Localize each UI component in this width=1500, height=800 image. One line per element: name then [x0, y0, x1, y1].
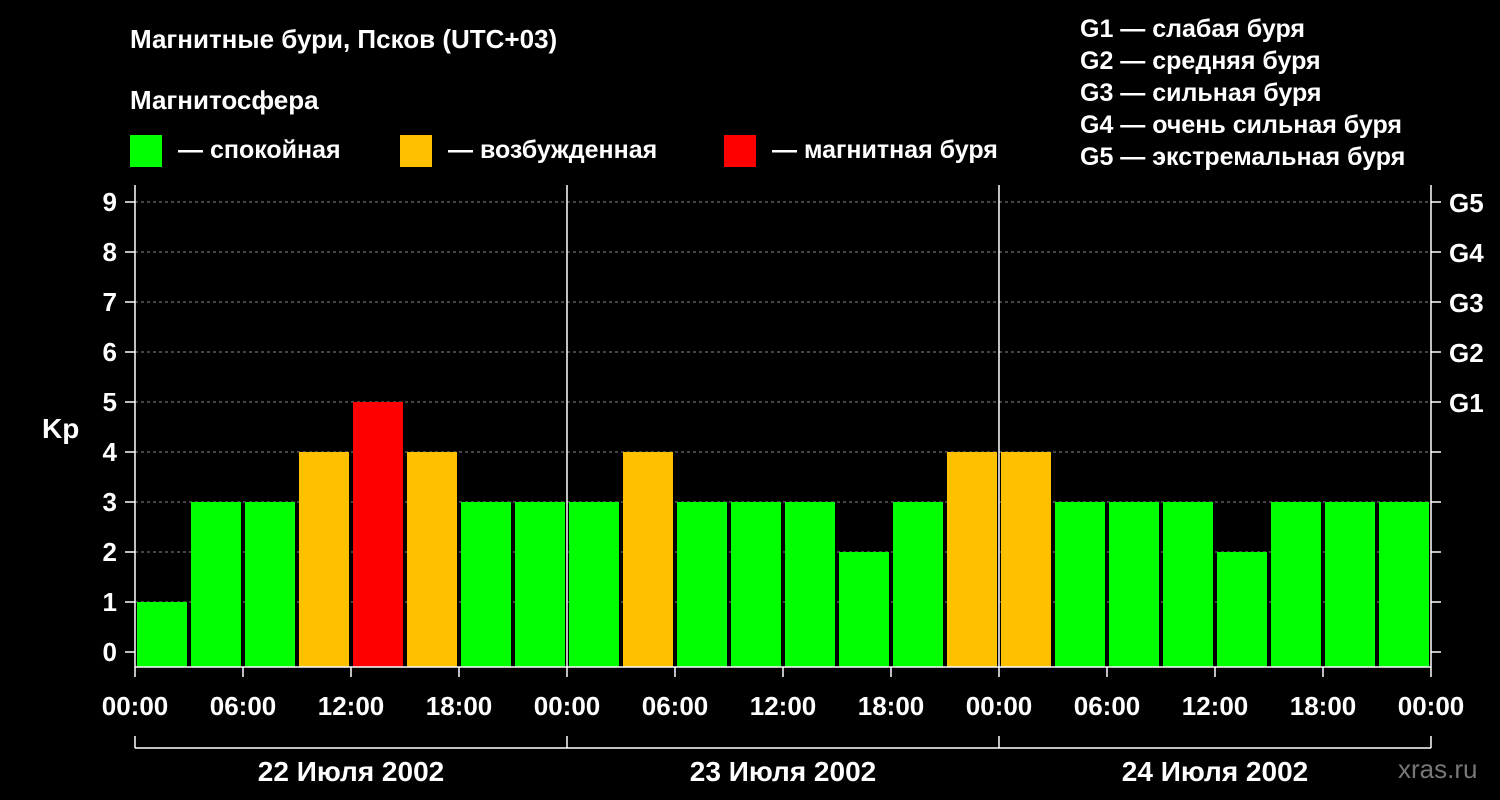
kp-bar-11 [731, 502, 781, 667]
kp-bar-3 [299, 452, 349, 667]
kp-bar-13 [839, 552, 889, 667]
kp-bar-10 [677, 502, 727, 667]
watermark: xras.ru [1398, 754, 1477, 784]
status-legend: — спокойная — возбужденная — магнитная б… [130, 135, 998, 167]
day-label-2: 24 Июля 2002 [1122, 756, 1308, 787]
y-tick-label-1: 1 [103, 587, 117, 617]
kp-bar-17 [1055, 502, 1105, 667]
x-tick-label-12: 00:00 [1398, 691, 1465, 721]
storm-level-g5: G5 — экстремальная буря [1080, 143, 1405, 171]
x-tick-label-0: 00:00 [102, 691, 169, 721]
kp-bar-8 [569, 502, 619, 667]
x-tick-label-11: 18:00 [1290, 691, 1357, 721]
kp-bar-1 [191, 502, 241, 667]
y-axis-label: Kp [42, 413, 79, 444]
g-level-label-g4: G4 [1449, 238, 1484, 268]
kp-bar-4 [353, 402, 403, 667]
legend-swatch-unsettled [400, 135, 432, 167]
x-tick-label-10: 12:00 [1182, 691, 1249, 721]
kp-bar-2 [245, 502, 295, 667]
y-tick-label-5: 5 [103, 387, 117, 417]
day-label-0: 22 Июля 2002 [258, 756, 444, 787]
chart-title: Магнитные бури, Псков (UTC+03) [130, 24, 557, 54]
x-tick-label-1: 06:00 [210, 691, 277, 721]
y-tick-label-0: 0 [103, 637, 117, 667]
kp-bar-16 [1001, 452, 1051, 667]
kp-bar-18 [1109, 502, 1159, 667]
kp-bar-9 [623, 452, 673, 667]
storm-level-g3: G3 — сильная буря [1080, 79, 1322, 107]
legend-label-quiet: — спокойная [178, 136, 341, 164]
kp-bar-7 [515, 502, 565, 667]
y-tick-label-8: 8 [103, 237, 117, 267]
x-tick-label-8: 00:00 [966, 691, 1033, 721]
day-label-1: 23 Июля 2002 [690, 756, 876, 787]
y-tick-label-2: 2 [103, 537, 117, 567]
legend-swatch-quiet [130, 135, 162, 167]
kp-bar-21 [1271, 502, 1321, 667]
kp-bar-23 [1379, 502, 1429, 667]
y-tick-label-6: 6 [103, 337, 117, 367]
x-tick-label-9: 06:00 [1074, 691, 1141, 721]
x-tick-label-7: 18:00 [858, 691, 925, 721]
kp-bar-6 [461, 502, 511, 667]
storm-level-g2: G2 — средняя буря [1080, 47, 1321, 75]
chart-subtitle: Магнитосфера [130, 85, 319, 115]
legend-label-unsettled: — возбужденная [448, 136, 657, 164]
x-tick-label-4: 00:00 [534, 691, 601, 721]
storm-levels-legend: G1 — слабая буря G2 — средняя буря G3 — … [1080, 15, 1405, 171]
kp-bar-22 [1325, 502, 1375, 667]
y-tick-label-9: 9 [103, 187, 117, 217]
g-level-label-g2: G2 [1449, 338, 1484, 368]
g-level-label-g1: G1 [1449, 388, 1484, 418]
legend-label-storm: — магнитная буря [772, 136, 998, 164]
y-tick-label-7: 7 [103, 287, 117, 317]
plot-area: 0 1 2 3 4 5 6 7 8 9 G1 G2 G3 G4 G5 00:00 06:00 12:00 18:00… [102, 185, 1484, 787]
x-tick-label-5: 06:00 [642, 691, 709, 721]
g-level-label-g3: G3 [1449, 288, 1484, 318]
kp-bar-0 [137, 602, 187, 667]
kp-bar-15 [947, 452, 997, 667]
kp-bar-14 [893, 502, 943, 667]
kp-bar-12 [785, 502, 835, 667]
x-tick-label-6: 12:00 [750, 691, 817, 721]
y-tick-label-3: 3 [103, 487, 117, 517]
kp-bar-5 [407, 452, 457, 667]
y-tick-label-4: 4 [103, 437, 118, 467]
kp-bar-20 [1217, 552, 1267, 667]
g-level-label-g5: G5 [1449, 188, 1484, 218]
legend-swatch-storm [724, 135, 756, 167]
storm-level-g1: G1 — слабая буря [1080, 15, 1305, 43]
x-tick-label-3: 18:00 [426, 691, 493, 721]
kp-chart: Магнитные бури, Псков (UTC+03) Магнитосф… [42, 15, 1484, 787]
storm-level-g4: G4 — очень сильная буря [1080, 111, 1402, 139]
kp-bar-19 [1163, 502, 1213, 667]
x-tick-label-2: 12:00 [318, 691, 385, 721]
